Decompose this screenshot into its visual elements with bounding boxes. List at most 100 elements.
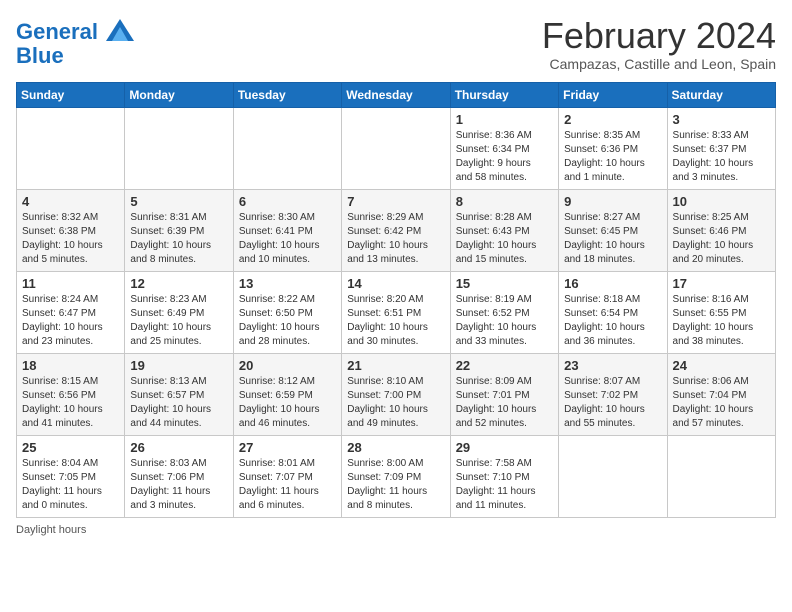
day-info: Sunrise: 8:28 AM Sunset: 6:43 PM Dayligh… <box>456 211 553 267</box>
day-number: 25 <box>22 440 119 455</box>
calendar-cell: 17Sunrise: 8:16 AM Sunset: 6:55 PM Dayli… <box>667 271 775 353</box>
day-info: Sunrise: 8:18 AM Sunset: 6:54 PM Dayligh… <box>564 293 661 349</box>
day-number: 15 <box>456 276 553 291</box>
day-info: Sunrise: 8:19 AM Sunset: 6:52 PM Dayligh… <box>456 293 553 349</box>
calendar-cell: 16 Sunrise: 8:18 AM Sunset: 6:54 PM Dayli… <box>559 271 667 353</box>
calendar-cell <box>342 107 450 189</box>
day-info: Sunrise: 8:23 AM Sunset: 6:49 PM Dayligh… <box>130 293 227 349</box>
logo-text2: Blue <box>16 44 134 68</box>
calendar-cell: 8 Sunrise: 8:28 AM Sunset: 6:43 PM Daylig… <box>450 189 558 271</box>
day-info: Sunrise: 8:25 AM Sunset: 6:46 PM Dayligh… <box>673 211 770 267</box>
day-number: 29 <box>456 440 553 455</box>
calendar-cell: 15 Sunrise: 8:19 AM Sunset: 6:52 PM Dayli… <box>450 271 558 353</box>
calendar-cell: 26 Sunrise: 8:03 AM Sunset: 7:06 PM Dayli… <box>125 435 233 517</box>
day-info: Sunrise: 8:13 AM Sunset: 6:57 PM Dayligh… <box>130 375 227 431</box>
calendar-cell: 22Sunrise: 8:09 AM Sunset: 7:01 PM Dayli… <box>450 353 558 435</box>
calendar-subtitle: Campazas, Castille and Leon, Spain <box>542 56 776 72</box>
calendar-cell: 29 Sunrise: 7:58 AM Sunset: 7:10 PM Dayli… <box>450 435 558 517</box>
calendar-cell <box>667 435 775 517</box>
day-info: Sunrise: 8:31 AM Sunset: 6:39 PM Dayligh… <box>130 211 227 267</box>
calendar-cell: 12 Sunrise: 8:23 AM Sunset: 6:49 PM Dayli… <box>125 271 233 353</box>
day-number: 27 <box>239 440 336 455</box>
day-info: Sunrise: 7:58 AM Sunset: 7:10 PM Dayligh… <box>456 457 553 513</box>
day-info: Sunrise: 8:32 AM Sunset: 6:38 PM Dayligh… <box>22 211 119 267</box>
calendar-cell: 28 Sunrise: 8:00 AM Sunset: 7:09 PM Dayli… <box>342 435 450 517</box>
calendar-cell: 23 Sunrise: 8:07 AM Sunset: 7:02 PM Dayli… <box>559 353 667 435</box>
calendar-cell <box>125 107 233 189</box>
day-number: 6 <box>239 194 336 209</box>
calendar-cell: 14Sunrise: 8:20 AM Sunset: 6:51 PM Dayli… <box>342 271 450 353</box>
day-info: Sunrise: 8:16 AM Sunset: 6:55 PM Dayligh… <box>673 293 770 349</box>
day-info: Sunrise: 8:07 AM Sunset: 7:02 PM Dayligh… <box>564 375 661 431</box>
day-info: Sunrise: 8:24 AM Sunset: 6:47 PM Dayligh… <box>22 293 119 349</box>
column-header-tuesday: Tuesday <box>233 82 341 107</box>
calendar-cell: 20Sunrise: 8:12 AM Sunset: 6:59 PM Dayli… <box>233 353 341 435</box>
day-number: 4 <box>22 194 119 209</box>
day-info: Sunrise: 8:33 AM Sunset: 6:37 PM Dayligh… <box>673 129 770 185</box>
day-info: Sunrise: 8:00 AM Sunset: 7:09 PM Dayligh… <box>347 457 444 513</box>
calendar-cell: 27 Sunrise: 8:01 AM Sunset: 7:07 PM Dayli… <box>233 435 341 517</box>
calendar-cell: 25 Sunrise: 8:04 AM Sunset: 7:05 PM Dayli… <box>17 435 125 517</box>
day-number: 10 <box>673 194 770 209</box>
day-info: Sunrise: 8:10 AM Sunset: 7:00 PM Dayligh… <box>347 375 444 431</box>
day-info: Sunrise: 8:01 AM Sunset: 7:07 PM Dayligh… <box>239 457 336 513</box>
day-info: Sunrise: 8:30 AM Sunset: 6:41 PM Dayligh… <box>239 211 336 267</box>
day-info: Sunrise: 8:36 AM Sunset: 6:34 PM Dayligh… <box>456 129 553 185</box>
logo: General Blue <box>16 20 134 68</box>
day-number: 24 <box>673 358 770 373</box>
calendar-cell: 3 Sunrise: 8:33 AM Sunset: 6:37 PM Daylig… <box>667 107 775 189</box>
day-number: 8 <box>456 194 553 209</box>
day-number: 26 <box>130 440 227 455</box>
calendar-cell: 18 Sunrise: 8:15 AM Sunset: 6:56 PM Dayli… <box>17 353 125 435</box>
day-info: Sunrise: 8:15 AM Sunset: 6:56 PM Dayligh… <box>22 375 119 431</box>
calendar-cell: 19 Sunrise: 8:13 AM Sunset: 6:57 PM Dayli… <box>125 353 233 435</box>
calendar-cell: 11 Sunrise: 8:24 AM Sunset: 6:47 PM Dayli… <box>17 271 125 353</box>
day-info: Sunrise: 8:27 AM Sunset: 6:45 PM Dayligh… <box>564 211 661 267</box>
day-number: 13 <box>239 276 336 291</box>
calendar-cell: 5 Sunrise: 8:31 AM Sunset: 6:39 PM Daylig… <box>125 189 233 271</box>
footer-note: Daylight hours <box>16 524 776 536</box>
logo-text: General <box>16 20 134 44</box>
day-number: 5 <box>130 194 227 209</box>
day-number: 19 <box>130 358 227 373</box>
calendar-cell: 7 Sunrise: 8:29 AM Sunset: 6:42 PM Daylig… <box>342 189 450 271</box>
day-number: 9 <box>564 194 661 209</box>
column-header-saturday: Saturday <box>667 82 775 107</box>
day-info: Sunrise: 8:03 AM Sunset: 7:06 PM Dayligh… <box>130 457 227 513</box>
day-info: Sunrise: 8:04 AM Sunset: 7:05 PM Dayligh… <box>22 457 119 513</box>
day-number: 2 <box>564 112 661 127</box>
day-info: Sunrise: 8:20 AM Sunset: 6:51 PM Dayligh… <box>347 293 444 349</box>
day-number: 16 <box>564 276 661 291</box>
calendar-cell <box>559 435 667 517</box>
title-area: February 2024 Campazas, Castille and Leo… <box>542 16 776 72</box>
calendar-title: February 2024 <box>542 16 776 56</box>
calendar-cell: 9 Sunrise: 8:27 AM Sunset: 6:45 PM Daylig… <box>559 189 667 271</box>
day-number: 23 <box>564 358 661 373</box>
day-info: Sunrise: 8:35 AM Sunset: 6:36 PM Dayligh… <box>564 129 661 185</box>
calendar-cell: 21Sunrise: 8:10 AM Sunset: 7:00 PM Dayli… <box>342 353 450 435</box>
calendar-cell <box>17 107 125 189</box>
day-number: 7 <box>347 194 444 209</box>
day-info: Sunrise: 8:29 AM Sunset: 6:42 PM Dayligh… <box>347 211 444 267</box>
calendar-cell: 24Sunrise: 8:06 AM Sunset: 7:04 PM Dayli… <box>667 353 775 435</box>
column-header-sunday: Sunday <box>17 82 125 107</box>
calendar-cell: 13 Sunrise: 8:22 AM Sunset: 6:50 PM Dayli… <box>233 271 341 353</box>
day-info: Sunrise: 8:22 AM Sunset: 6:50 PM Dayligh… <box>239 293 336 349</box>
day-number: 1 <box>456 112 553 127</box>
calendar-cell: 6 Sunrise: 8:30 AM Sunset: 6:41 PM Daylig… <box>233 189 341 271</box>
calendar-cell: 4 Sunrise: 8:32 AM Sunset: 6:38 PM Daylig… <box>17 189 125 271</box>
day-number: 3 <box>673 112 770 127</box>
day-number: 28 <box>347 440 444 455</box>
column-header-friday: Friday <box>559 82 667 107</box>
day-number: 20 <box>239 358 336 373</box>
day-number: 18 <box>22 358 119 373</box>
calendar-cell: 10 Sunrise: 8:25 AM Sunset: 6:46 PM Dayli… <box>667 189 775 271</box>
day-number: 11 <box>22 276 119 291</box>
calendar-table: SundayMondayTuesdayWednesdayThursdayFrid… <box>16 82 776 518</box>
calendar-cell <box>233 107 341 189</box>
day-number: 12 <box>130 276 227 291</box>
column-header-thursday: Thursday <box>450 82 558 107</box>
column-header-monday: Monday <box>125 82 233 107</box>
header: General Blue February 2024 Campazas, Cas… <box>16 16 776 72</box>
day-info: Sunrise: 8:09 AM Sunset: 7:01 PM Dayligh… <box>456 375 553 431</box>
